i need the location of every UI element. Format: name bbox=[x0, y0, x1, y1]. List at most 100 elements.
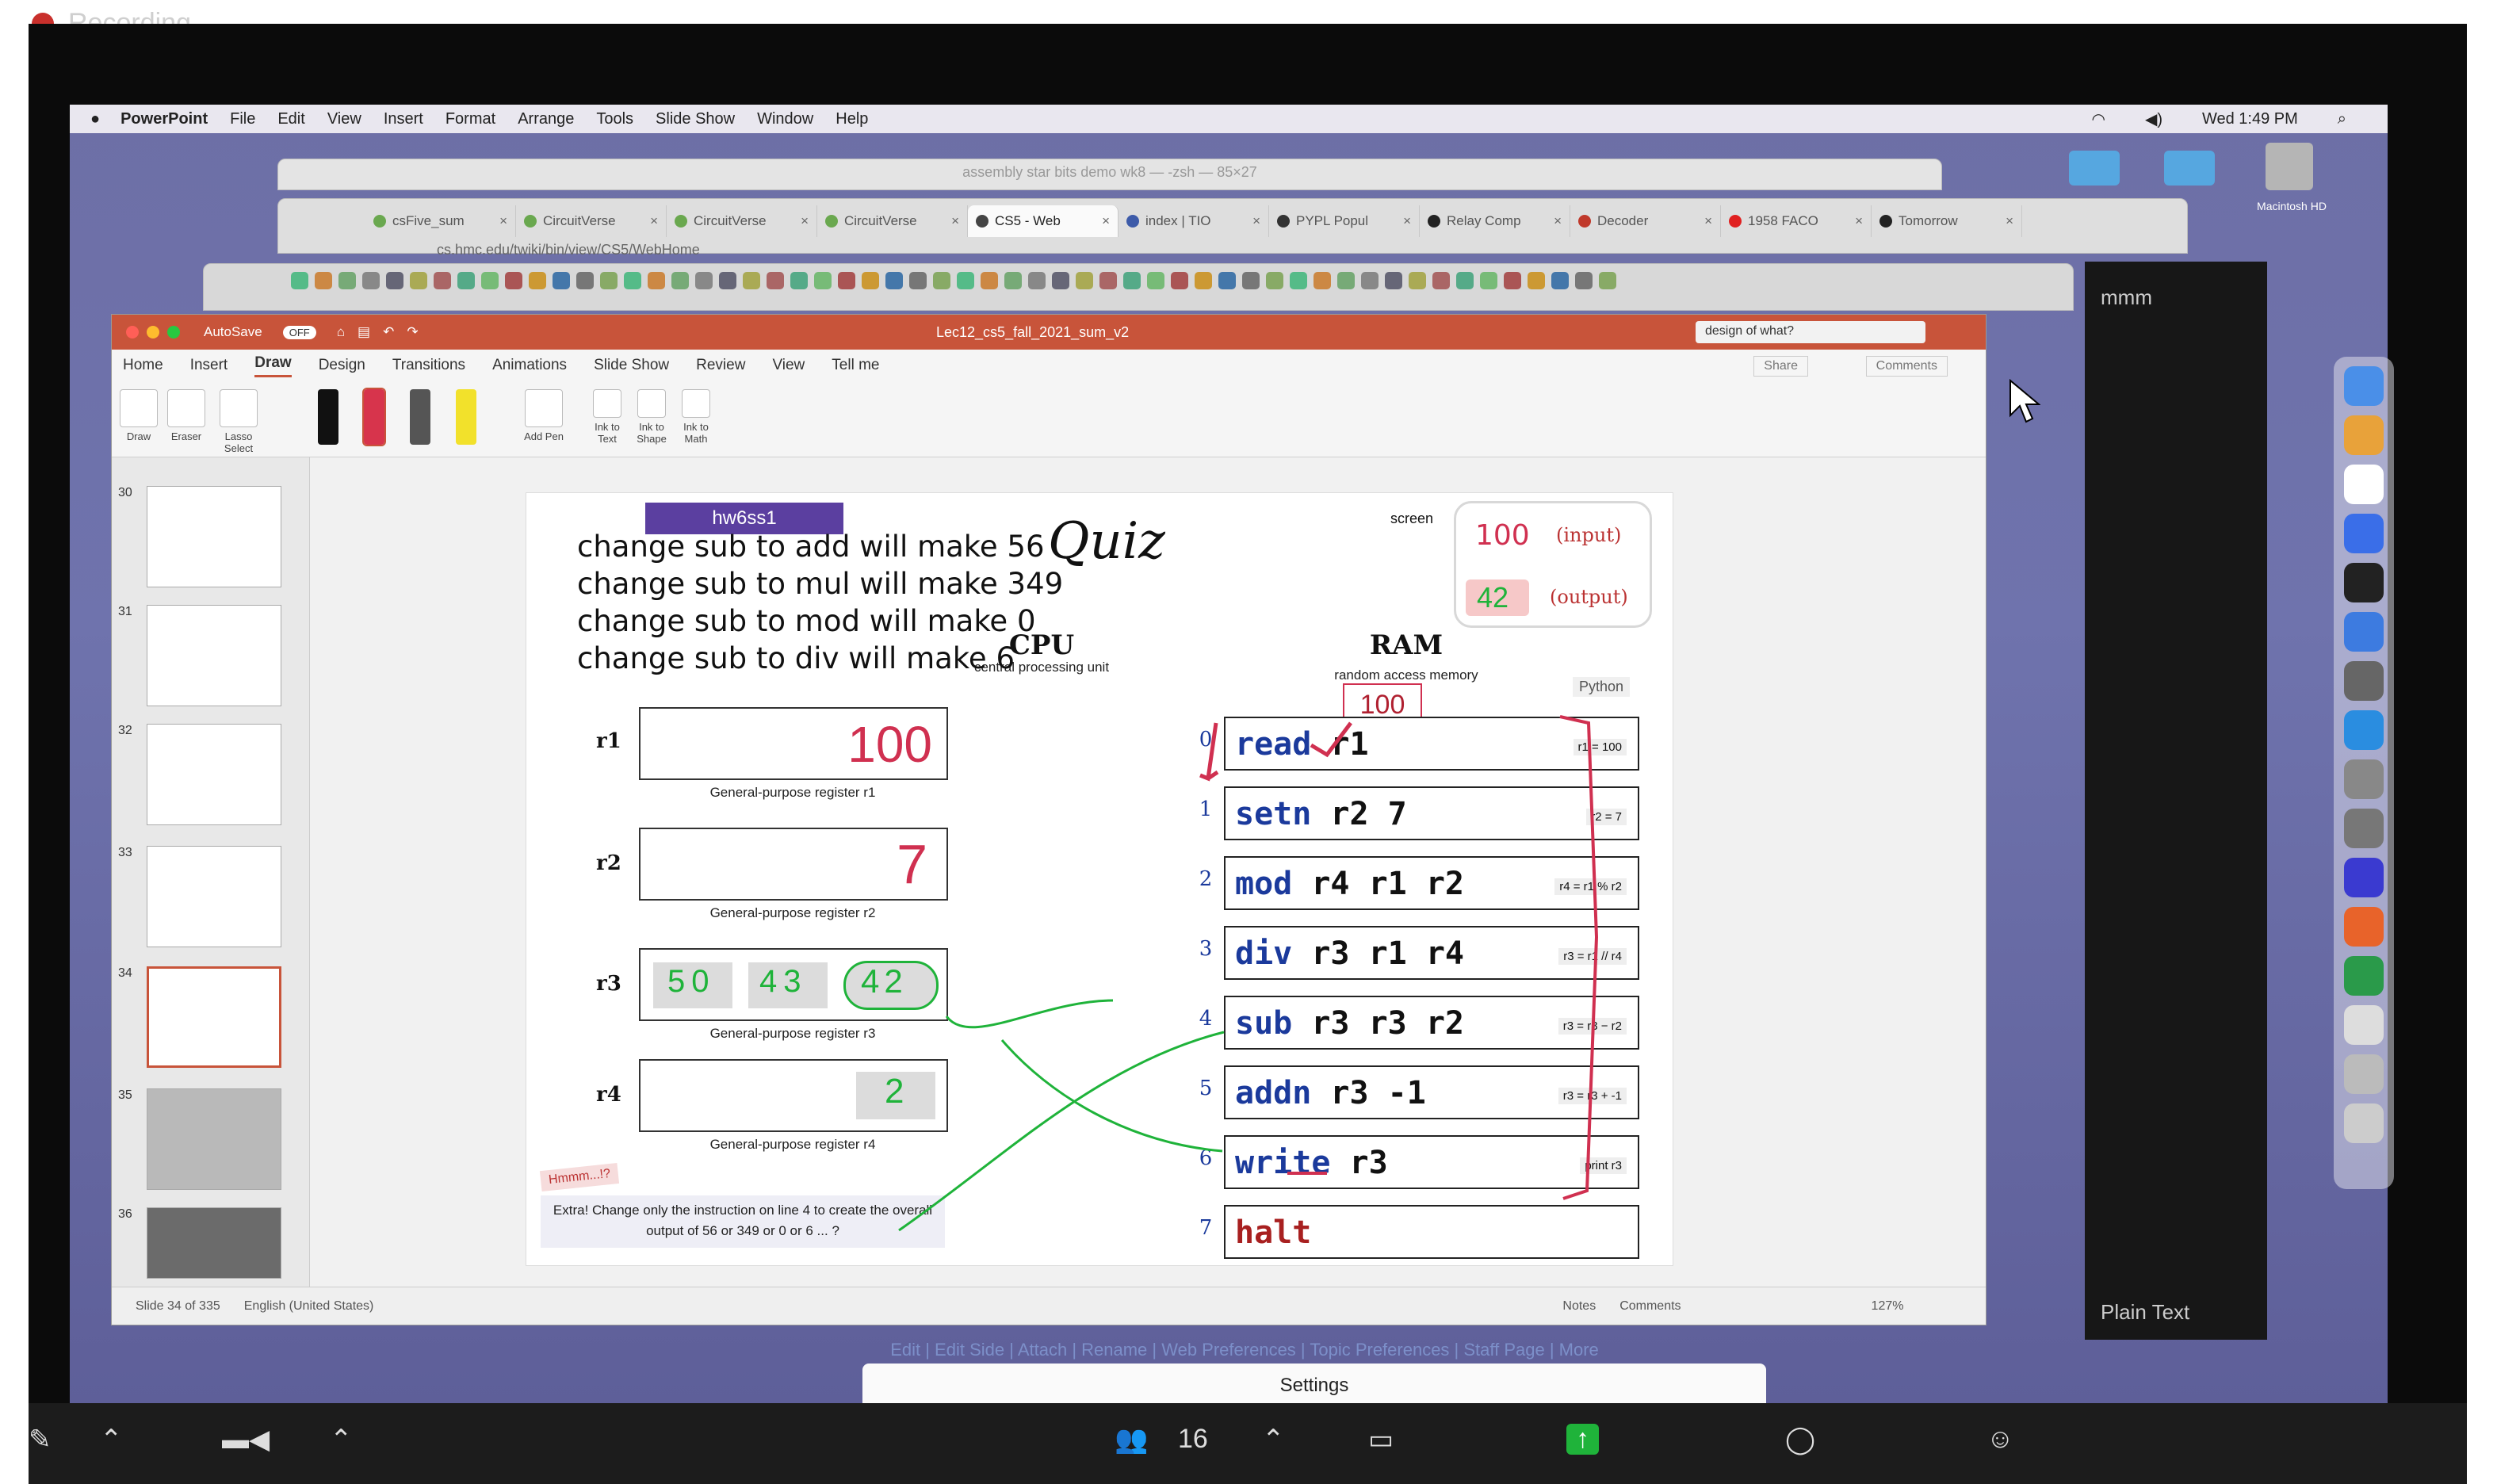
menu-app[interactable]: PowerPoint bbox=[120, 110, 208, 128]
dock-app-icon[interactable] bbox=[2344, 956, 2384, 996]
menu-window[interactable]: Window bbox=[757, 110, 813, 128]
plain-text-label[interactable]: Plain Text bbox=[2101, 1300, 2189, 1325]
menu-view[interactable]: View bbox=[327, 110, 361, 128]
bookmark-icon[interactable] bbox=[648, 272, 665, 289]
bookmark-icon[interactable] bbox=[1385, 272, 1402, 289]
chevron-up-icon[interactable]: ⌃ bbox=[1262, 1424, 1285, 1455]
close-tab-icon[interactable]: × bbox=[1704, 213, 1712, 229]
menu-insert[interactable]: Insert bbox=[384, 110, 423, 128]
browser-tab[interactable]: index | TIO × bbox=[1118, 205, 1269, 237]
apple-icon[interactable]: ● bbox=[90, 110, 100, 128]
volume-icon[interactable]: ◀) bbox=[2145, 109, 2162, 129]
reactions-icon[interactable]: ☺ bbox=[1987, 1424, 2014, 1455]
chevron-up-icon[interactable]: ⌃ bbox=[100, 1424, 123, 1455]
bookmark-icon[interactable] bbox=[1218, 272, 1236, 289]
slide-thumbnail[interactable] bbox=[147, 846, 281, 947]
dock-app-icon[interactable] bbox=[2344, 1005, 2384, 1045]
close-tab-icon[interactable]: × bbox=[650, 213, 658, 229]
slide-thumbnail[interactable] bbox=[147, 1088, 281, 1190]
mute-icon[interactable]: ✎ bbox=[29, 1424, 52, 1455]
lasso-select-button[interactable]: Lasso Select bbox=[215, 389, 262, 454]
dock-app-icon[interactable] bbox=[2344, 661, 2384, 701]
bookmark-icon[interactable] bbox=[1052, 272, 1069, 289]
ink-to-shape-button[interactable]: Ink to Shape bbox=[632, 389, 671, 445]
bookmark-icon[interactable] bbox=[481, 272, 499, 289]
tab-slideshow[interactable]: Slide Show bbox=[594, 357, 669, 374]
bookmark-icon[interactable] bbox=[814, 272, 832, 289]
dock-app-icon[interactable] bbox=[2344, 563, 2384, 602]
browser-tab[interactable]: CircuitVerse × bbox=[817, 205, 968, 237]
bookmark-icon[interactable] bbox=[434, 272, 451, 289]
bookmark-icon[interactable] bbox=[838, 272, 855, 289]
bookmark-icon[interactable] bbox=[505, 272, 522, 289]
bookmark-icon[interactable] bbox=[1195, 272, 1212, 289]
bookmark-icon[interactable] bbox=[1361, 272, 1379, 289]
browser-tab[interactable]: Tomorrow × bbox=[1872, 205, 2022, 237]
bookmark-icon[interactable] bbox=[386, 272, 403, 289]
bookmark-icon[interactable] bbox=[362, 272, 380, 289]
browser-tab[interactable]: csFive_sum × bbox=[365, 205, 516, 237]
bookmark-icon[interactable] bbox=[1337, 272, 1355, 289]
tab-insert[interactable]: Insert bbox=[190, 357, 228, 374]
bookmark-icon[interactable] bbox=[1004, 272, 1022, 289]
tab-home[interactable]: Home bbox=[123, 357, 163, 374]
add-pen-button[interactable]: Add Pen bbox=[516, 389, 572, 442]
folder-icon[interactable] bbox=[2164, 151, 2215, 186]
bookmark-icon[interactable] bbox=[1528, 272, 1545, 289]
bookmark-icon[interactable] bbox=[529, 272, 546, 289]
dock-app-icon[interactable] bbox=[2344, 809, 2384, 848]
dock-app-icon[interactable] bbox=[2344, 366, 2384, 406]
bookmark-icon[interactable] bbox=[1504, 272, 1521, 289]
close-tab-icon[interactable]: × bbox=[1102, 213, 1110, 229]
close-tab-icon[interactable]: × bbox=[2006, 213, 2013, 229]
slide-thumbnail[interactable] bbox=[147, 1207, 281, 1279]
clock[interactable]: Wed 1:49 PM bbox=[2202, 110, 2298, 128]
browser-tab[interactable]: CircuitVerse × bbox=[516, 205, 667, 237]
bookmark-icon[interactable] bbox=[885, 272, 903, 289]
redo-icon[interactable]: ↷ bbox=[407, 324, 418, 340]
bookmark-icon[interactable] bbox=[338, 272, 356, 289]
bookmark-icon[interactable] bbox=[624, 272, 641, 289]
bookmark-icon[interactable] bbox=[1551, 272, 1569, 289]
tab-view[interactable]: View bbox=[772, 357, 805, 374]
browser-window-2[interactable] bbox=[203, 263, 2074, 311]
close-tab-icon[interactable]: × bbox=[1252, 213, 1260, 229]
notes-button[interactable]: Notes bbox=[1562, 1299, 1596, 1314]
settings-popup-title[interactable]: Settings bbox=[862, 1364, 1766, 1408]
share-screen-icon[interactable]: ↑ bbox=[1566, 1424, 1599, 1455]
bookmark-icon[interactable] bbox=[1456, 272, 1474, 289]
tab-draw[interactable]: Draw bbox=[254, 354, 292, 377]
bookmark-icon[interactable] bbox=[1076, 272, 1093, 289]
dock-app-icon[interactable] bbox=[2344, 907, 2384, 947]
close-tab-icon[interactable]: × bbox=[801, 213, 809, 229]
twiki-footer-links[interactable]: Edit | Edit Side | Attach | Rename | Web… bbox=[864, 1340, 1625, 1364]
hard-drive-icon[interactable] bbox=[2266, 143, 2313, 190]
zoom-dot-icon[interactable] bbox=[167, 326, 180, 338]
bookmark-icon[interactable] bbox=[1432, 272, 1450, 289]
slide-thumbnail[interactable] bbox=[147, 486, 281, 587]
tab-review[interactable]: Review bbox=[696, 357, 745, 374]
bookmark-icon[interactable] bbox=[909, 272, 927, 289]
close-tab-icon[interactable]: × bbox=[1855, 213, 1863, 229]
bookmark-icon[interactable] bbox=[1266, 272, 1283, 289]
tab-transitions[interactable]: Transitions bbox=[392, 357, 465, 374]
bookmark-icon[interactable] bbox=[1575, 272, 1593, 289]
save-icon[interactable]: ▤ bbox=[358, 324, 370, 340]
browser-tab[interactable]: 1958 FACO × bbox=[1721, 205, 1872, 237]
browser-tab[interactable]: CS5 - Web × bbox=[968, 205, 1118, 237]
bookmark-icon[interactable] bbox=[695, 272, 713, 289]
autosave-toggle[interactable]: OFF bbox=[282, 325, 316, 339]
video-camera-icon[interactable]: ▬◀ bbox=[222, 1424, 270, 1455]
bookmark-icon[interactable] bbox=[1480, 272, 1497, 289]
tab-animations[interactable]: Animations bbox=[492, 357, 567, 374]
browser-tab[interactable]: CircuitVerse × bbox=[667, 205, 817, 237]
dock-app-icon[interactable] bbox=[2344, 415, 2384, 455]
dock-app-icon[interactable] bbox=[2344, 858, 2384, 897]
bookmark-icon[interactable] bbox=[1099, 272, 1117, 289]
comments-status-button[interactable]: Comments bbox=[1619, 1299, 1681, 1314]
bookmark-icon[interactable] bbox=[1171, 272, 1188, 289]
bookmark-icon[interactable] bbox=[957, 272, 974, 289]
bookmark-icon[interactable] bbox=[600, 272, 618, 289]
bookmark-icon[interactable] bbox=[862, 272, 879, 289]
bookmark-icon[interactable] bbox=[576, 272, 594, 289]
